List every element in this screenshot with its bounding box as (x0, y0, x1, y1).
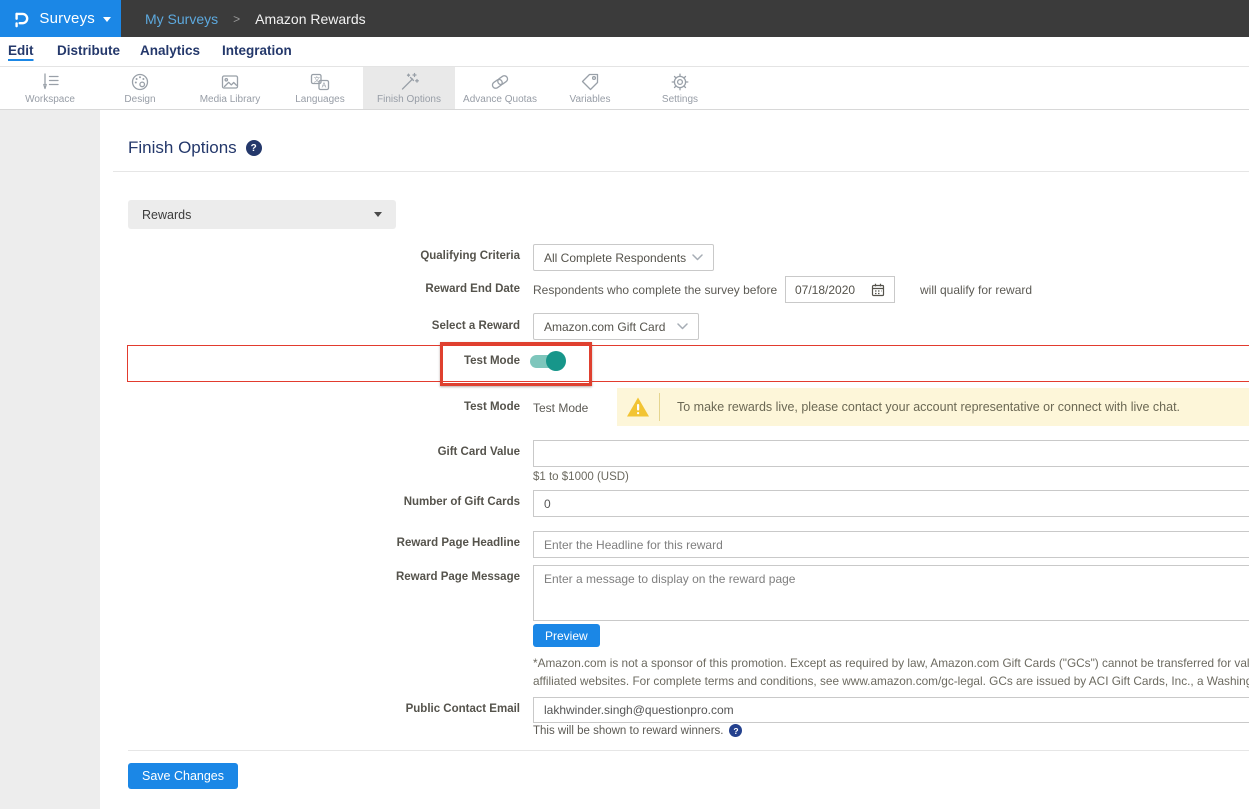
toolbar-item-label: Languages (295, 94, 345, 105)
qualifying-criteria-select[interactable]: All Complete Respondents (533, 244, 714, 271)
preview-button[interactable]: Preview (533, 624, 600, 647)
image-icon (219, 71, 241, 93)
chevron-down-icon (692, 254, 703, 261)
test-mode-warning-banner: To make rewards live, please contact you… (617, 388, 1249, 426)
chevron-down-icon (103, 17, 111, 22)
toolbar-item-languages[interactable]: 文 A Languages (275, 67, 365, 109)
reward-page-message-label: Reward Page Message (100, 571, 520, 583)
chain-link-icon (489, 71, 511, 93)
toolbar-item-label: Workspace (25, 94, 75, 105)
number-of-gift-cards-input[interactable] (533, 490, 1249, 517)
chevron-down-icon (374, 212, 382, 217)
help-icon[interactable]: ? (246, 140, 262, 156)
public-contact-email-input[interactable] (533, 697, 1249, 723)
warning-text: To make rewards live, please contact you… (677, 400, 1180, 414)
survey-nav-tabs: Edit Distribute Analytics Integration (0, 37, 1249, 66)
amazon-disclaimer-line2: affiliated websites. For complete terms … (533, 674, 1249, 688)
number-of-gift-cards-label: Number of Gift Cards (100, 496, 520, 508)
toolbar-item-advance-quotas[interactable]: Advance Quotas (455, 67, 545, 109)
questionpro-logo (12, 9, 30, 29)
toolbar-item-variables[interactable]: Variables (545, 67, 635, 109)
bottom-divider (128, 750, 1249, 751)
gear-icon (669, 71, 691, 93)
toolbar-item-media-library[interactable]: Media Library (185, 67, 275, 109)
test-mode-toggle[interactable] (530, 351, 567, 371)
breadcrumb-current-survey: Amazon Rewards (255, 11, 366, 27)
reward-end-date-label: Reward End Date (100, 283, 520, 295)
reward-end-date-suffix: will qualify for reward (920, 283, 1032, 297)
page-title: Finish Options (128, 138, 237, 158)
tab-distribute[interactable]: Distribute (57, 37, 120, 66)
toolbar-item-label: Variables (570, 94, 611, 105)
top-bar: Surveys My Surveys > Amazon Rewards (0, 0, 1249, 37)
gift-card-value-helper: $1 to $1000 (USD) (533, 471, 629, 483)
tab-integration[interactable]: Integration (222, 37, 292, 66)
tab-edit[interactable]: Edit (8, 37, 34, 66)
toolbar-item-label: Settings (662, 94, 698, 105)
reward-page-headline-label: Reward Page Headline (100, 537, 520, 549)
breadcrumb: My Surveys > Amazon Rewards (145, 0, 366, 37)
workspace-icon (39, 71, 61, 93)
toolbar-item-settings[interactable]: Settings (635, 67, 725, 109)
category-select-value: Rewards (142, 208, 191, 222)
public-contact-email-helper-row: This will be shown to reward winners. ? (533, 724, 742, 737)
title-divider (113, 171, 1249, 172)
edit-toolbar: Workspace Design Media Libr (0, 66, 1249, 110)
calendar-icon (871, 283, 885, 297)
toolbar-item-design[interactable]: Design (95, 67, 185, 109)
tab-analytics[interactable]: Analytics (140, 37, 200, 66)
reward-page-headline-input[interactable] (533, 531, 1249, 558)
public-contact-email-label: Public Contact Email (100, 703, 520, 715)
test-mode-status-value: Test Mode (533, 401, 588, 415)
amazon-disclaimer-line1: *Amazon.com is not a sponsor of this pro… (533, 656, 1249, 670)
breadcrumb-separator: > (233, 12, 240, 26)
palette-icon (129, 71, 151, 93)
surveys-product-menu[interactable]: Surveys (0, 0, 121, 37)
chevron-down-icon (677, 323, 688, 330)
tag-icon (579, 71, 601, 93)
select-reward-value: Amazon.com Gift Card (544, 320, 665, 334)
svg-text:文: 文 (314, 75, 321, 84)
magic-wand-icon (398, 71, 420, 93)
test-mode-toggle-label: Test Mode (100, 355, 520, 367)
reward-end-date-prefix: Respondents who complete the survey befo… (533, 283, 777, 297)
page-title-row: Finish Options ? (128, 138, 262, 158)
toolbar-item-finish-options[interactable]: Finish Options (363, 67, 455, 109)
toggle-knob (546, 351, 566, 371)
test-mode-status-label: Test Mode (100, 401, 520, 413)
save-changes-button[interactable]: Save Changes (128, 763, 238, 789)
reward-end-date-value: 07/18/2020 (795, 283, 855, 297)
toolbar-item-label: Design (124, 94, 155, 105)
warning-icon (617, 396, 659, 418)
warning-divider (659, 393, 660, 421)
gift-card-value-input[interactable] (533, 440, 1249, 467)
gift-card-value-label: Gift Card Value (100, 446, 520, 458)
qualifying-criteria-label: Qualifying Criteria (100, 250, 520, 262)
select-reward-label: Select a Reward (100, 320, 520, 332)
toolbar-item-label: Advance Quotas (463, 94, 537, 105)
translate-icon: 文 A (309, 71, 331, 93)
select-reward-select[interactable]: Amazon.com Gift Card (533, 313, 699, 340)
svg-text:A: A (322, 83, 327, 90)
reward-page-message-input[interactable] (533, 565, 1249, 621)
product-label: Surveys (39, 10, 95, 27)
qualifying-criteria-value: All Complete Respondents (544, 251, 686, 265)
help-icon[interactable]: ? (729, 724, 742, 737)
toolbar-item-label: Finish Options (377, 94, 441, 105)
toolbar-item-label: Media Library (200, 94, 261, 105)
left-rail (0, 110, 100, 809)
reward-end-date-input[interactable]: 07/18/2020 (785, 276, 895, 303)
toolbar-item-workspace[interactable]: Workspace (5, 67, 95, 109)
public-contact-email-helper: This will be shown to reward winners. (533, 725, 723, 737)
app-window: Surveys My Surveys > Amazon Rewards Edit… (0, 0, 1249, 809)
finish-option-category-select[interactable]: Rewards (128, 200, 396, 229)
breadcrumb-my-surveys[interactable]: My Surveys (145, 11, 218, 27)
